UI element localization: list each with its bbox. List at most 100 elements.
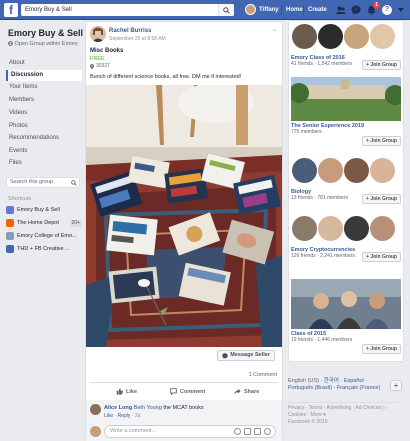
add-language-button[interactable]: + xyxy=(390,380,402,391)
join-group-button[interactable]: + Join Group xyxy=(362,194,401,204)
sidebar-item-members[interactable]: Members xyxy=(6,95,82,106)
globe-icon xyxy=(8,41,13,46)
write-comment-placeholder: Write a comment... xyxy=(110,428,157,434)
help-icon[interactable]: ? xyxy=(382,5,392,15)
sidebar-item-videos[interactable]: Videos xyxy=(6,108,82,119)
search-button[interactable] xyxy=(218,4,234,16)
emoji-icon[interactable] xyxy=(234,428,241,435)
share-button[interactable]: Share xyxy=(234,386,259,397)
suggested-group-card: Emory Cryptocurrencies 126 friends · 2,2… xyxy=(291,215,401,262)
sidebar-item-recommendations[interactable]: Recommendations xyxy=(6,133,82,144)
thumbs-up-icon xyxy=(116,388,123,395)
comment-like-link[interactable]: Like xyxy=(104,413,113,419)
copyright: Facebook © 2019 xyxy=(288,419,328,425)
avatar[interactable] xyxy=(90,26,106,42)
comment-author[interactable]: Alice Long xyxy=(104,405,132,411)
camera-icon[interactable] xyxy=(244,428,251,435)
message-seller-button[interactable]: Message Seller xyxy=(217,350,275,361)
comment-timestamp[interactable]: 2d xyxy=(135,413,141,419)
group-search-input[interactable]: Search this group xyxy=(6,177,80,188)
sidebar-item-files[interactable]: Files xyxy=(6,158,82,169)
group-subtitle: Open Group within Emory xyxy=(14,41,78,47)
post-author[interactable]: Rachel Burriss xyxy=(109,28,151,34)
comment-bubble-icon xyxy=(170,388,177,395)
home-link[interactable]: Home xyxy=(286,7,303,13)
facebook-logo-icon[interactable]: f xyxy=(4,3,18,17)
shortcut-item[interactable]: Emory College of Emo... xyxy=(6,230,82,242)
avatar xyxy=(245,4,256,15)
profile-name: Tiffany xyxy=(259,6,279,13)
global-search-input[interactable]: Emory Buy & Sell xyxy=(21,4,234,16)
group-sidebar: Emory Buy & Sell Open Group within Emory… xyxy=(0,20,84,441)
group-cover-image[interactable] xyxy=(291,157,401,187)
sidebar-item-about[interactable]: About xyxy=(6,58,82,69)
profile-link[interactable]: Tiffany xyxy=(245,4,279,15)
group-meta: 775 members xyxy=(291,129,322,135)
language-list: English (US) · 한국어 · Español · Português… xyxy=(288,378,384,392)
comment-count[interactable]: 1 Comment xyxy=(249,372,277,378)
shortcut-item[interactable]: THD + FB Creative ... xyxy=(6,243,82,255)
suggested-group-card: The Senior Experience 2019 775 members +… xyxy=(291,77,401,146)
listing-price: FREE xyxy=(90,56,105,62)
nav-divider xyxy=(303,5,304,15)
footer: Privacy · Terms · Advertising · Ad Choic… xyxy=(288,402,404,426)
gif-icon[interactable] xyxy=(254,428,261,435)
comment-actions: Like · Reply · 2d xyxy=(104,413,141,419)
group-cover-image[interactable] xyxy=(291,23,401,53)
like-label: Like xyxy=(126,388,138,395)
shortcut-item[interactable]: Emory Buy & Sell xyxy=(6,204,82,216)
comment-text: the MCAT books xyxy=(163,405,204,411)
language-selector: English (US) · 한국어 · Español · Português… xyxy=(286,374,406,401)
friend-requests-icon[interactable] xyxy=(336,5,346,15)
comment-mention[interactable]: Beth Young xyxy=(134,405,162,411)
sidebar-item-your-items[interactable]: Your Items xyxy=(6,82,82,93)
like-button[interactable]: Like xyxy=(116,386,137,397)
comment-body: Alice Long Beth Young the MCAT books xyxy=(104,405,204,411)
sidebar-item-discussion[interactable]: Discussion xyxy=(6,70,82,81)
shortcut-label: Emory Buy & Sell xyxy=(17,207,60,213)
messenger-icon[interactable] xyxy=(351,5,361,15)
message-seller-label: Message Seller xyxy=(230,352,270,358)
listing-description: Bunch of different science books, all fr… xyxy=(90,74,242,80)
write-comment-input[interactable]: Write a comment... xyxy=(104,425,276,438)
location-pin-icon xyxy=(90,63,94,69)
join-group-button[interactable]: + Join Group xyxy=(362,136,401,146)
group-cover-image[interactable] xyxy=(291,279,401,329)
listing-photo[interactable] xyxy=(86,85,282,347)
group-icon xyxy=(6,245,14,253)
comment-reply-link[interactable]: Reply xyxy=(118,413,131,419)
suggested-group-card: Emory Class of 2016 41 friends · 1,542 m… xyxy=(291,23,401,70)
listing-location: 30327 xyxy=(90,63,110,69)
group-cover-image[interactable] xyxy=(291,215,401,245)
join-group-button[interactable]: + Join Group xyxy=(362,60,401,70)
group-cover-image[interactable] xyxy=(291,77,401,121)
create-link[interactable]: Create xyxy=(308,7,327,13)
group-icon xyxy=(6,232,14,240)
group-title[interactable]: Emory Buy & Sell xyxy=(8,28,83,38)
listing-title: Misc Books xyxy=(90,48,124,54)
notifications-icon[interactable]: 1 xyxy=(366,2,380,15)
shortcut-item[interactable]: The Home Depot 20+ xyxy=(6,217,82,229)
messenger-icon xyxy=(222,352,228,359)
suggested-group-card: Class of 2015 19 friends · 1,446 members… xyxy=(291,279,401,354)
shortcut-badge: 20+ xyxy=(69,219,82,227)
sidebar-item-events[interactable]: Events xyxy=(6,146,82,157)
top-navigation-bar: f Emory Buy & Sell Tiffany Home Create 1… xyxy=(0,0,410,20)
footer-links[interactable]: Privacy · Terms · Advertising · Ad Choic… xyxy=(288,405,404,419)
join-group-button[interactable]: + Join Group xyxy=(362,252,401,262)
comment-button[interactable]: Comment xyxy=(170,386,205,397)
sticker-icon[interactable] xyxy=(264,428,271,435)
marketplace-post: Rachel Burriss September 26 at 8:58 AM ⌄… xyxy=(85,21,283,441)
account-menu-chevron-icon[interactable] xyxy=(396,5,406,15)
shortcuts-heading: Shortcuts xyxy=(8,196,32,202)
shortcut-label: THD + FB Creative ... xyxy=(17,246,70,252)
avatar[interactable] xyxy=(90,404,101,415)
home-depot-icon xyxy=(6,219,14,227)
join-group-button[interactable]: + Join Group xyxy=(362,344,401,354)
suggested-groups-panel: Emory Class of 2016 41 friends · 1,542 m… xyxy=(288,20,404,362)
sidebar-item-photos[interactable]: Photos xyxy=(6,121,82,132)
divider xyxy=(288,402,398,403)
post-options-chevron-icon[interactable]: ⌄ xyxy=(272,26,277,33)
post-timestamp[interactable]: September 26 at 8:58 AM xyxy=(109,36,166,42)
group-icon xyxy=(6,206,14,214)
